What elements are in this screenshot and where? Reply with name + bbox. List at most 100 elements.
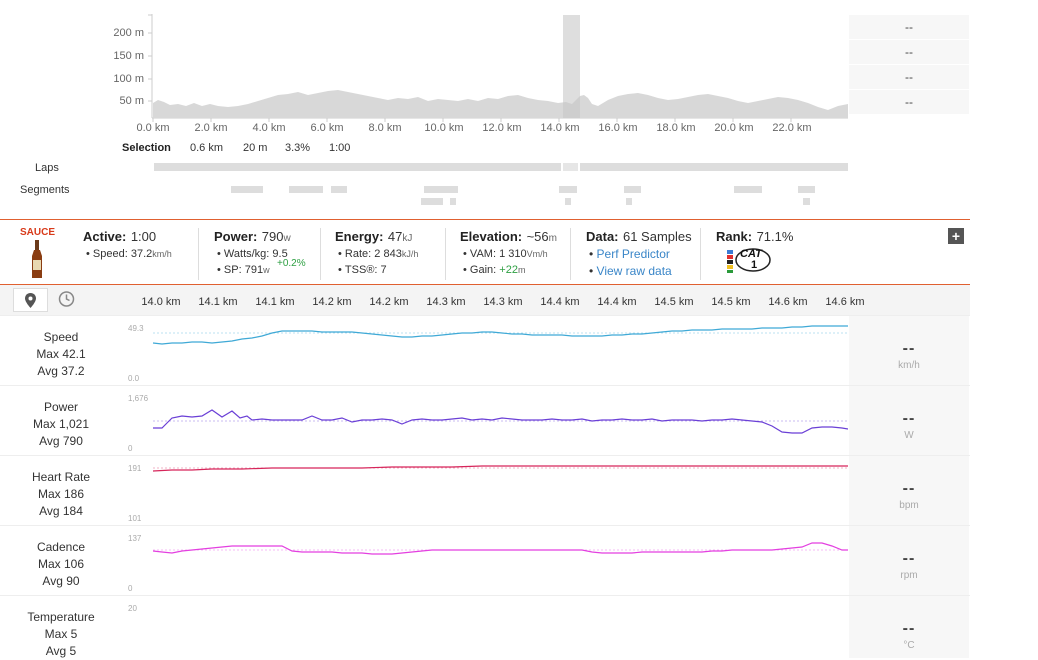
detail-x-tick: 14.3 km	[483, 296, 523, 308]
segment-bar[interactable]	[626, 198, 632, 205]
heart-rate-chart: Heart Rate Max 186 Avg 184 191 101 -- bp…	[0, 455, 970, 526]
temperature-chart-legend: Temperature Max 5 Avg 5	[0, 596, 122, 658]
segment-bar[interactable]	[565, 198, 571, 205]
energy-rate: • Rate: 2 843kJ/h	[338, 248, 419, 260]
tss-label: TSS®:	[344, 264, 378, 276]
detail-x-tick: 14.4 km	[540, 296, 580, 308]
readout-unit: bpm	[899, 500, 919, 511]
view-raw-data-item: • View raw data	[589, 264, 672, 278]
readout-value: --	[902, 550, 916, 567]
speed-unit: km/h	[152, 249, 172, 259]
rate-value: 2 843	[374, 248, 402, 260]
temperature-chart: Temperature Max 5 Avg 5 20 -- °C	[0, 595, 970, 658]
stats-top-border	[0, 219, 970, 220]
rank-stat: Rank: 71.1%	[716, 228, 793, 246]
elevation-value: ~56	[526, 229, 549, 244]
heart-rate-plot[interactable]: 191 101	[122, 456, 848, 526]
chart-max: Max 5	[44, 627, 78, 641]
chart-title: Speed	[43, 330, 79, 344]
sp-label: SP:	[223, 264, 242, 276]
stats-divider	[320, 228, 321, 280]
cadence-readout: -- rpm	[849, 526, 969, 596]
tss-value: 7	[380, 264, 387, 276]
segment-bar[interactable]	[803, 198, 810, 205]
selection-distance: 0.6 km	[190, 142, 224, 154]
cadence-plot[interactable]: 137 0	[122, 526, 848, 596]
active-stat: Active: 1:00	[83, 228, 156, 246]
x-tick: 4.0 km	[252, 122, 286, 134]
temperature-readout: -- °C	[849, 596, 969, 658]
segment-bar[interactable]	[421, 198, 443, 205]
heart-rate-readout: -- bpm	[849, 456, 969, 526]
x-tick: 8.0 km	[368, 122, 402, 134]
segment-bar[interactable]	[231, 186, 263, 193]
segment-bar[interactable]	[624, 186, 641, 193]
wkg-label: Watts/kg:	[223, 248, 270, 260]
speed-plot[interactable]: 49.3 0.0	[122, 316, 848, 386]
elevation-selection-highlight	[563, 15, 580, 118]
active-speed: • Speed: 37.2km/h	[86, 248, 172, 260]
rate-label: Rate:	[344, 248, 372, 260]
elevation-gain: • Gain: +22m	[463, 264, 526, 276]
chart-avg: Avg 790	[39, 434, 83, 448]
power-chart-legend: Power Max 1,021 Avg 790	[0, 386, 122, 456]
sp-value: 791	[244, 264, 264, 276]
power-plot[interactable]: 1,676 0	[122, 386, 848, 456]
data-stat: Data: 61 Samples	[586, 228, 692, 246]
readout-unit: rpm	[900, 570, 918, 581]
segment-bar[interactable]	[734, 186, 762, 193]
speed-readout: -- km/h	[849, 316, 969, 386]
segment-bar[interactable]	[289, 186, 323, 193]
lap-bar-selected[interactable]	[563, 163, 578, 171]
energy-stat: Energy: 47kJ	[335, 228, 412, 246]
power-label: Power:	[214, 229, 258, 244]
elevation-label: Elevation:	[460, 229, 523, 244]
x-tick: 2.0 km	[194, 122, 228, 134]
segment-bar[interactable]	[331, 186, 347, 193]
speed-series-line	[152, 325, 848, 345]
readout-unit: km/h	[898, 360, 920, 371]
gain-unit: m	[517, 265, 526, 275]
lap-bar[interactable]	[580, 163, 848, 171]
readout-unit: W	[904, 430, 914, 441]
segment-bar[interactable]	[424, 186, 458, 193]
sp-delta: +0.2%	[277, 258, 306, 269]
elevation-stat: Elevation: ~56m	[460, 228, 557, 246]
detail-x-tick: 14.5 km	[711, 296, 751, 308]
overview-value: --	[849, 40, 969, 64]
elevation-plot[interactable]	[148, 14, 852, 124]
sauce-bottle-icon	[32, 240, 42, 278]
time-mode-tab[interactable]	[50, 288, 83, 310]
x-tick: 14.0 km	[540, 122, 580, 134]
vam-unit: Vm/h	[526, 249, 548, 259]
energy-unit: kJ	[402, 233, 413, 244]
readout-unit: °C	[903, 640, 915, 651]
distance-mode-tab[interactable]	[13, 288, 48, 312]
rank-badge-icon[interactable]: CAT 1	[727, 246, 771, 274]
power-chart: Power Max 1,021 Avg 790 1,676 0 -- W	[0, 385, 970, 456]
x-tick: 12.0 km	[482, 122, 522, 134]
energy-value: 47	[387, 229, 403, 244]
stats-divider	[198, 228, 199, 280]
stats-divider	[445, 228, 446, 280]
segment-bar[interactable]	[798, 186, 815, 193]
expand-button[interactable]: +	[948, 228, 964, 244]
y-tick: 200 m	[113, 27, 144, 39]
chart-title: Heart Rate	[31, 470, 91, 484]
stats-divider	[700, 228, 701, 280]
temperature-plot[interactable]: 20	[122, 596, 848, 658]
speed-chart-legend: Speed Max 42.1 Avg 37.2	[0, 316, 122, 386]
vam-value: 1 310	[499, 248, 527, 260]
power-readout: -- W	[849, 386, 969, 456]
readout-value: --	[902, 480, 916, 497]
y-tick: 50 m	[119, 95, 144, 107]
selection-elevation: 20 m	[243, 142, 268, 154]
chart-max: Max 1,021	[32, 417, 90, 431]
segment-bar[interactable]	[559, 186, 577, 193]
perf-predictor-link[interactable]: Perf Predictor	[597, 247, 670, 261]
segment-bar[interactable]	[450, 198, 456, 205]
view-raw-data-link[interactable]: View raw data	[597, 264, 672, 278]
gain-label: Gain:	[469, 264, 497, 276]
readout-value: --	[902, 340, 916, 357]
lap-bar[interactable]	[154, 163, 561, 171]
